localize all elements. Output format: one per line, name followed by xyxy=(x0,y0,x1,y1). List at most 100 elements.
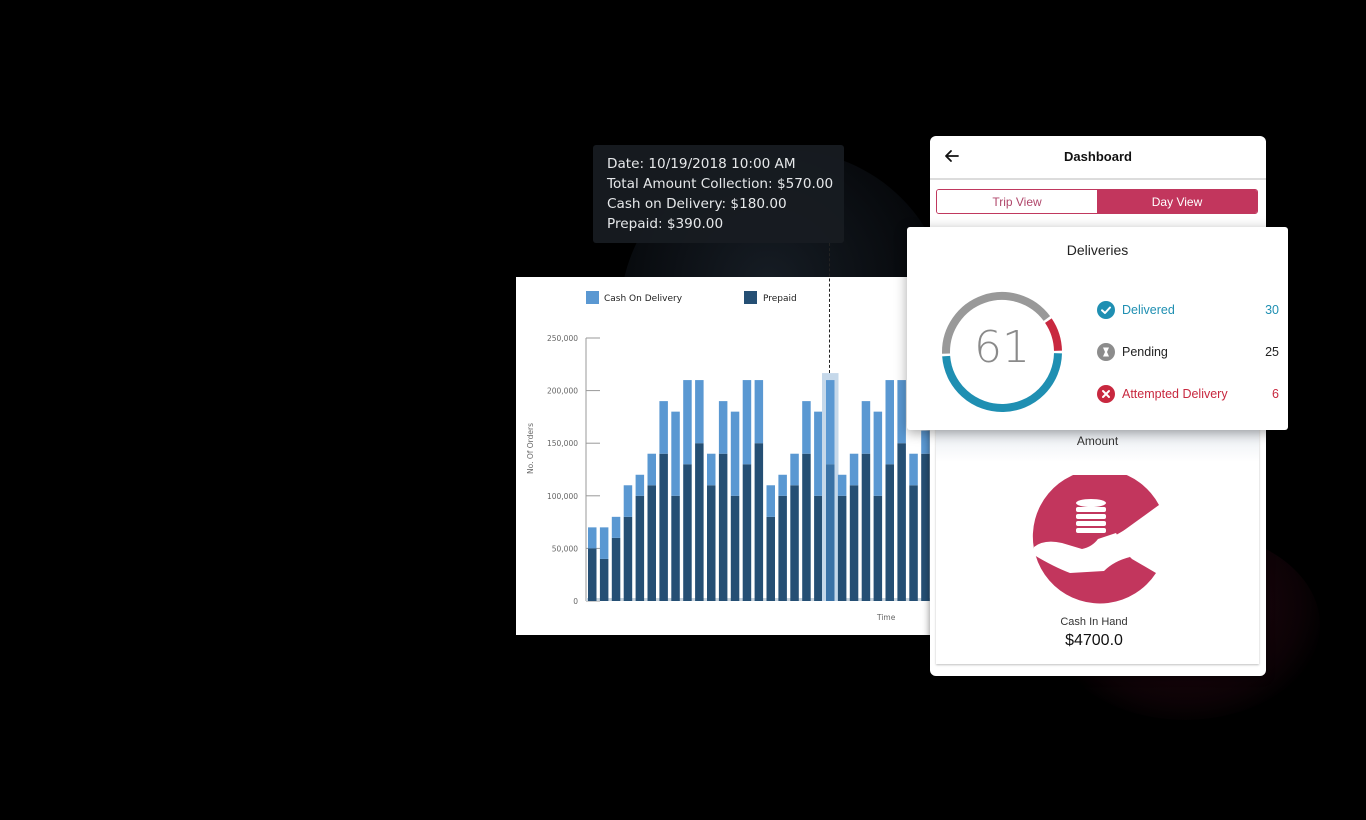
bar-cash-on-delivery[interactable] xyxy=(754,380,764,444)
y-tick-label: 50,000 xyxy=(552,544,578,553)
bar-prepaid[interactable] xyxy=(659,453,668,601)
tooltip-date: Date: 10/19/2018 10:00 AM xyxy=(607,156,796,172)
bar-prepaid[interactable] xyxy=(588,548,597,601)
legend-label-prepaid: Prepaid xyxy=(763,294,797,304)
bar-prepaid[interactable] xyxy=(599,558,609,601)
bar-cash-on-delivery[interactable] xyxy=(683,380,692,465)
bar-cash-on-delivery[interactable] xyxy=(718,401,728,454)
tooltip-guide-line xyxy=(829,243,830,373)
bar-prepaid[interactable] xyxy=(873,495,883,601)
pending-row[interactable]: Pending 25 xyxy=(1097,342,1279,362)
bar-cash-on-delivery[interactable] xyxy=(766,485,776,517)
bar-prepaid[interactable] xyxy=(909,485,918,601)
bar-cash-on-delivery[interactable] xyxy=(885,380,895,465)
bar-prepaid[interactable] xyxy=(861,453,871,601)
bar-cash-on-delivery[interactable] xyxy=(695,380,704,444)
bar-cash-on-delivery[interactable] xyxy=(611,516,621,538)
delivered-label: Delivered xyxy=(1122,303,1175,317)
bar-prepaid[interactable] xyxy=(754,443,764,601)
y-tick-label: 0 xyxy=(573,597,578,606)
bar-cash-on-delivery[interactable] xyxy=(635,474,645,496)
bar-cash-on-delivery[interactable] xyxy=(599,527,609,559)
attempted-label: Attempted Delivery xyxy=(1122,387,1228,401)
bar-prepaid[interactable] xyxy=(921,453,930,601)
deliveries-card: Deliveries 61 Delivered 30 Pending 25 At… xyxy=(907,227,1288,430)
bar-cash-on-delivery[interactable] xyxy=(623,485,633,517)
bar-prepaid[interactable] xyxy=(611,537,621,601)
bar-prepaid[interactable] xyxy=(695,443,704,601)
tab-day-view[interactable]: Day View xyxy=(1097,190,1257,213)
amount-card: Amount Cash In Hand $4700.0 xyxy=(936,422,1259,664)
bar-prepaid[interactable] xyxy=(790,485,799,601)
bar-cash-on-delivery[interactable] xyxy=(897,380,906,444)
attempted-row[interactable]: Attempted Delivery 6 xyxy=(1097,384,1279,404)
bar-cash-on-delivery[interactable] xyxy=(588,527,597,549)
bar-prepaid[interactable] xyxy=(897,443,906,601)
tooltip-total: Total Amount Collection: $570.00 xyxy=(607,176,834,192)
panel-header: Dashboard xyxy=(930,136,1266,180)
pending-label: Pending xyxy=(1122,345,1168,359)
check-circle-icon xyxy=(1097,301,1115,319)
bar-prepaid[interactable] xyxy=(671,495,680,601)
x-circle-icon xyxy=(1097,385,1115,403)
bar-prepaid[interactable] xyxy=(707,485,716,601)
delivered-row[interactable]: Delivered 30 xyxy=(1097,300,1279,320)
attempted-count: 6 xyxy=(1272,387,1279,401)
bar-cash-on-delivery[interactable] xyxy=(837,474,847,496)
delivered-count: 30 xyxy=(1265,303,1279,317)
bar-cash-on-delivery[interactable] xyxy=(671,411,680,496)
y-tick-label: 200,000 xyxy=(547,387,578,396)
bar-prepaid[interactable] xyxy=(849,485,859,601)
y-axis-title: No. Of Orders xyxy=(526,423,535,474)
deliveries-total: 61 xyxy=(974,322,1030,373)
amount-title: Amount xyxy=(1076,434,1119,448)
view-toggle: Trip View Day View xyxy=(936,189,1258,214)
tab-trip-view[interactable]: Trip View xyxy=(937,190,1097,213)
bar-prepaid[interactable] xyxy=(778,495,787,601)
bar-prepaid[interactable] xyxy=(683,464,692,601)
bar-prepaid[interactable] xyxy=(647,485,657,601)
bar-cash-on-delivery[interactable] xyxy=(802,401,811,454)
bar-cash-on-delivery[interactable] xyxy=(730,411,740,496)
bar-prepaid[interactable] xyxy=(814,495,823,601)
bar-prepaid[interactable] xyxy=(635,495,645,601)
y-tick-label: 100,000 xyxy=(547,492,578,501)
bar-prepaid[interactable] xyxy=(826,464,835,601)
bar-prepaid[interactable] xyxy=(718,453,728,601)
page-title: Dashboard xyxy=(1064,149,1132,164)
pending-count: 25 xyxy=(1265,345,1279,359)
bar-cash-on-delivery[interactable] xyxy=(647,453,657,486)
bar-prepaid[interactable] xyxy=(742,464,752,601)
bar-cash-on-delivery[interactable] xyxy=(742,380,752,465)
bar-prepaid[interactable] xyxy=(802,453,811,601)
legend-label-cod: Cash On Delivery xyxy=(604,294,683,304)
bar-prepaid[interactable] xyxy=(730,495,740,601)
bar-cash-on-delivery[interactable] xyxy=(826,380,835,465)
bar-prepaid[interactable] xyxy=(837,495,847,601)
bar-cash-on-delivery[interactable] xyxy=(921,430,930,454)
bar-cash-on-delivery[interactable] xyxy=(849,453,859,486)
y-tick-label: 150,000 xyxy=(547,439,578,448)
x-axis-title: Time xyxy=(876,613,896,622)
bar-cash-on-delivery[interactable] xyxy=(873,411,883,496)
deliveries-title: Deliveries xyxy=(1066,242,1129,258)
cash-in-hand-icon xyxy=(1032,475,1159,604)
chart-tooltip: Date: 10/19/2018 10:00 AM Total Amount C… xyxy=(593,145,844,243)
y-tick-label: 250,000 xyxy=(547,334,578,343)
bar-prepaid[interactable] xyxy=(623,516,633,601)
bar-cash-on-delivery[interactable] xyxy=(790,453,799,486)
bar-prepaid[interactable] xyxy=(766,516,776,601)
bar-cash-on-delivery[interactable] xyxy=(659,401,668,454)
bar-cash-on-delivery[interactable] xyxy=(778,474,787,496)
bar-prepaid[interactable] xyxy=(885,464,895,601)
tooltip-prepaid: Prepaid: $390.00 xyxy=(607,216,724,232)
bar-cash-on-delivery[interactable] xyxy=(814,411,823,496)
tooltip-cod: Cash on Delivery: $180.00 xyxy=(607,196,787,212)
cash-in-hand-label: Cash In Hand xyxy=(1060,616,1128,628)
bar-cash-on-delivery[interactable] xyxy=(707,453,716,486)
hourglass-icon xyxy=(1097,343,1115,361)
orders-bar-chart: Cash On Delivery Prepaid 0 50,000 100,000 1… xyxy=(526,291,936,622)
bar-cash-on-delivery[interactable] xyxy=(909,453,918,486)
bar-cash-on-delivery[interactable] xyxy=(861,401,871,454)
legend-swatch-prepaid xyxy=(744,291,757,304)
